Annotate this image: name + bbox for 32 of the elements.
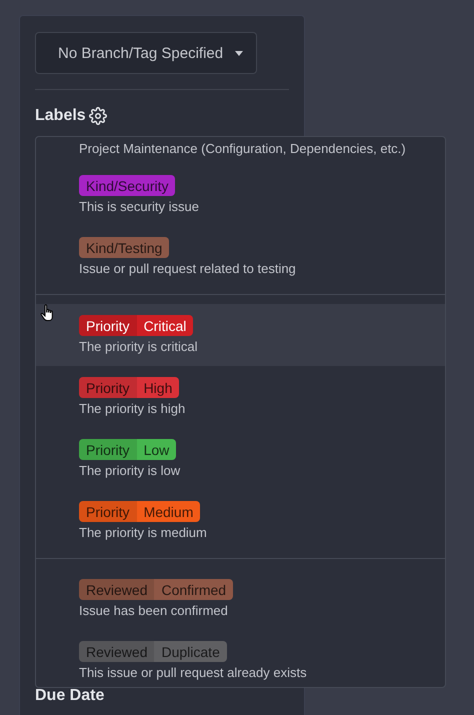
label-tag: Priority Medium — [79, 501, 200, 522]
labels-heading: Labels — [35, 107, 86, 125]
label-option[interactable]: Kind/Testing Issue or pull request related to testing — [36, 226, 445, 288]
label-option[interactable]: Priority Medium The priority is medium — [36, 490, 445, 552]
label-description: The priority is low — [79, 462, 180, 479]
label-description: This issue or pull request already exists — [79, 664, 307, 681]
label-option[interactable]: Kind/Security This is security issue — [36, 164, 445, 226]
label-description: Issue has been confirmed — [79, 602, 228, 619]
label-description: The priority is high — [79, 400, 186, 417]
caret-icon — [235, 50, 244, 56]
due-date-heading: Due Date — [35, 687, 106, 705]
label-tag: Kind/Testing — [79, 237, 170, 258]
label-description: The priority is critical — [79, 338, 198, 355]
branch-dropdown[interactable]: No Branch/Tag Specified — [35, 32, 257, 74]
label-option[interactable]: Project Maintenance (Configuration, Dependencies, etc.) — [36, 137, 445, 164]
label-tag: Priority Critical — [79, 315, 194, 336]
label-tag: Priority Low — [79, 439, 176, 460]
label-description: Issue or pull request related to testing — [79, 260, 296, 277]
label-tag: Reviewed Duplicate — [79, 641, 227, 662]
label-tag: Priority High — [79, 377, 180, 398]
label-option[interactable]: Priority Low The priority is low — [36, 428, 445, 490]
settings-icon[interactable] — [88, 107, 107, 125]
label-tag: Kind/Security — [79, 175, 176, 196]
hand-cursor-icon — [40, 304, 56, 322]
label-description: The priority is medium — [79, 524, 207, 541]
label-option[interactable]: Priority Critical The priority is critical — [36, 304, 445, 366]
label-option[interactable]: Priority High The priority is high — [36, 366, 445, 428]
label-description: Project Maintenance (Configuration, Dependencies, etc.) — [79, 140, 406, 157]
label-option[interactable]: Reviewed Confirmed Issue has been confirmed — [36, 568, 445, 630]
label-option[interactable]: Reviewed Duplicate This issue or pull request already exists — [36, 630, 445, 687]
label-tag: Reviewed Confirmed — [79, 579, 234, 600]
label-description: This is security issue — [79, 198, 199, 215]
